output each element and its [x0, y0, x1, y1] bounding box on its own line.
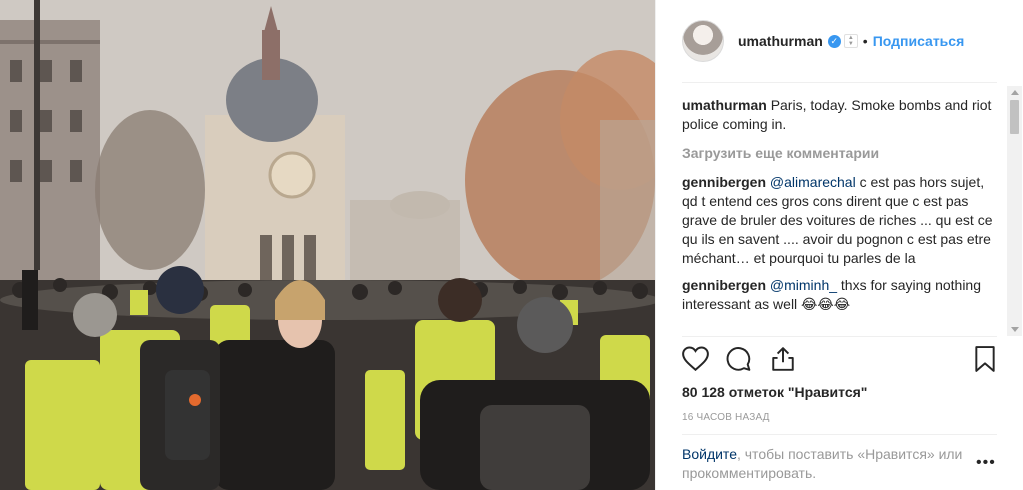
comment-username[interactable]: gennibergen [682, 277, 766, 293]
footer-divider [682, 434, 997, 435]
chevron-toggle-icon[interactable]: ▲ ▼ [843, 34, 858, 48]
load-more-comments-button[interactable]: Загрузить еще комментарии [682, 144, 1002, 163]
comment-item: gennibergen @alimarechal c est pas hors … [682, 173, 1002, 268]
avatar[interactable] [682, 20, 724, 62]
post-header: umathurman ✓ ▲ ▼ • Подписаться [656, 0, 1023, 82]
share-icon[interactable] [770, 346, 796, 377]
header-divider [682, 82, 997, 83]
protest-scene-image [0, 0, 655, 490]
heart-icon[interactable] [682, 346, 709, 376]
comment-mention-link[interactable]: @alimarechal [770, 174, 856, 190]
comment-item: gennibergen @miminh_ thxs for saying not… [682, 276, 1002, 314]
comment-mention-link[interactable]: @miminh_ [770, 277, 837, 293]
scroll-up-arrow-icon[interactable] [1011, 90, 1019, 95]
comment-username[interactable]: umathurman [682, 97, 767, 113]
post-photo[interactable] [0, 0, 655, 490]
follow-button[interactable]: Подписаться [873, 33, 965, 49]
bookmark-icon[interactable] [974, 346, 996, 377]
likes-count[interactable]: 80 128 отметок "Нравится" [682, 384, 867, 400]
comment-username[interactable]: gennibergen [682, 174, 766, 190]
scroll-thumb[interactable] [1010, 100, 1019, 134]
login-link[interactable]: Войдите [682, 446, 737, 462]
comments-scrollbar[interactable] [1007, 86, 1022, 336]
actions-divider [682, 336, 997, 337]
comment-icon[interactable] [725, 346, 752, 377]
separator-dot: • [862, 33, 868, 49]
more-options-button[interactable]: ••• [976, 454, 996, 472]
action-bar [682, 346, 1000, 374]
post-timestamp[interactable]: 16 ЧАСОВ НАЗАД [682, 412, 770, 423]
login-prompt: Войдите, чтобы поставить «Нравится» или … [682, 445, 972, 483]
header-username[interactable]: umathurman [738, 33, 823, 49]
scroll-down-arrow-icon[interactable] [1011, 327, 1019, 332]
comment-item: umathurman Paris, today. Smoke bombs and… [682, 96, 1002, 134]
comments-list: umathurman Paris, today. Smoke bombs and… [682, 96, 1002, 334]
post-sidebar: umathurman ✓ ▲ ▼ • Подписаться umathurman… [655, 0, 1023, 490]
verified-badge-icon: ✓ [827, 34, 841, 48]
